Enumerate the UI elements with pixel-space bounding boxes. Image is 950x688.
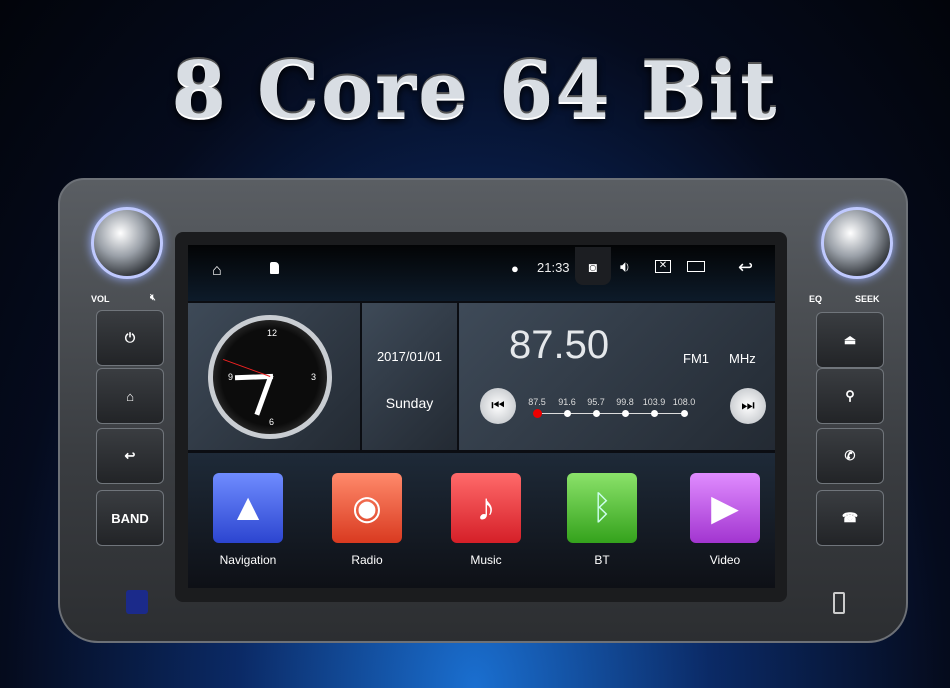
date-widget: 2017/01/01 Sunday (362, 303, 457, 450)
navigation-icon: ▲ (213, 473, 283, 543)
back-hard-button[interactable]: ↩ (96, 428, 164, 484)
play-icon: ▶ (690, 473, 760, 543)
navigation-hard-button[interactable]: ⚲ (816, 368, 884, 424)
next-station-button[interactable]: ⏭ (730, 388, 766, 424)
camera-icon[interactable]: ◙ (575, 247, 611, 285)
preset-track (539, 413, 687, 414)
band-button[interactable]: BAND (96, 490, 164, 546)
status-bar: ⌂ ● 21:33 ◙ 🔉︎ ✕ ↩ (188, 245, 775, 301)
recent-apps-icon[interactable] (687, 261, 705, 272)
screen: ⌂ ● 21:33 ◙ 🔉︎ ✕ ↩ 12 3 6 9 2017/01/01 S… (188, 245, 775, 588)
power-icon: ⏻ (124, 330, 136, 345)
previous-station-button[interactable]: ⏮ (480, 388, 516, 424)
phone-icon: ✆ (844, 448, 856, 463)
hangup-icon: ☎ (841, 510, 859, 525)
seek-label: SEEK (855, 294, 880, 304)
app-radio[interactable]: ◉ Radio (307, 473, 427, 567)
location-icon: ⚲ (845, 388, 855, 403)
app-music[interactable]: ♪ Music (426, 473, 546, 567)
date-text: 2017/01/01 (376, 349, 443, 364)
hangup-button[interactable]: ☎ (816, 490, 884, 546)
app-video[interactable]: ▶ Video (665, 473, 775, 567)
seek-knob[interactable] (821, 207, 893, 279)
preset-label: 108.0 (672, 397, 696, 407)
app-label: Radio (351, 553, 383, 567)
radio-icon: ◉ (332, 473, 402, 543)
clock-9: 9 (228, 372, 234, 382)
home-icon: ⌂ (126, 388, 134, 404)
sd-card-icon (270, 262, 279, 274)
eq-label: EQ (809, 294, 823, 304)
back-icon: ↩ (124, 448, 136, 463)
app-label: Navigation (219, 553, 277, 567)
back-icon[interactable]: ↩ (738, 257, 753, 278)
eject-button[interactable]: ⏏ (816, 312, 884, 368)
radio-widget[interactable]: 87.50 FM1 MHz ⏮ ⏭ 87.5 91.6 95.7 99.8 10… (459, 303, 775, 450)
radio-band: FM1 (683, 351, 709, 366)
clock-3: 3 (311, 372, 317, 382)
preset-dot-active[interactable] (533, 409, 542, 418)
power-button[interactable]: ⏻ (96, 310, 164, 366)
usb-port (833, 592, 845, 614)
skip-previous-icon: ⏮ (491, 397, 505, 414)
vol-label: VOL (91, 294, 110, 304)
app-label: Music (470, 553, 502, 567)
mute-icon: 🔇︎ (150, 292, 156, 302)
clock-12: 12 (267, 328, 278, 338)
volume-icon[interactable]: 🔉︎ (620, 259, 630, 277)
sd-slot (126, 590, 148, 614)
app-label: Video (709, 553, 741, 567)
band-label: BAND (111, 510, 149, 526)
radio-frequency: 87.50 (509, 323, 610, 367)
preset-dot[interactable] (651, 410, 658, 417)
status-time: 21:33 (537, 260, 570, 275)
app-bt[interactable]: ᛒ BT (542, 473, 662, 567)
analog-clock: 12 3 6 9 (208, 315, 332, 439)
location-icon: ● (511, 261, 519, 276)
preset-dot[interactable] (593, 410, 600, 417)
preset-dot[interactable] (564, 410, 571, 417)
call-button[interactable]: ✆ (816, 428, 884, 484)
radio-unit: MHz (729, 351, 756, 366)
day-text: Sunday (385, 395, 434, 411)
clock-widget[interactable]: 12 3 6 9 (188, 303, 360, 450)
app-dock: ▲ Navigation ◉ Radio ♪ Music ᛒ BT ▶ Vide… (188, 453, 775, 588)
headline: 8 Core 64 Bit (171, 45, 779, 136)
home-hard-button[interactable]: ⌂ (96, 368, 164, 424)
preset-dot[interactable] (622, 410, 629, 417)
hour-hand (254, 374, 274, 416)
app-navigation[interactable]: ▲ Navigation (188, 473, 308, 567)
skip-next-icon: ⏭ (741, 397, 755, 414)
clock-6: 6 (269, 417, 275, 427)
volume-knob[interactable] (91, 207, 163, 279)
eject-icon: ⏏ (843, 332, 857, 347)
bluetooth-icon: ᛒ (567, 473, 637, 543)
preset-dot[interactable] (681, 410, 688, 417)
music-note-icon: ♪ (451, 473, 521, 543)
close-window-icon[interactable]: ✕ (655, 260, 671, 273)
app-label: BT (594, 553, 610, 567)
home-icon[interactable]: ⌂ (212, 262, 222, 280)
